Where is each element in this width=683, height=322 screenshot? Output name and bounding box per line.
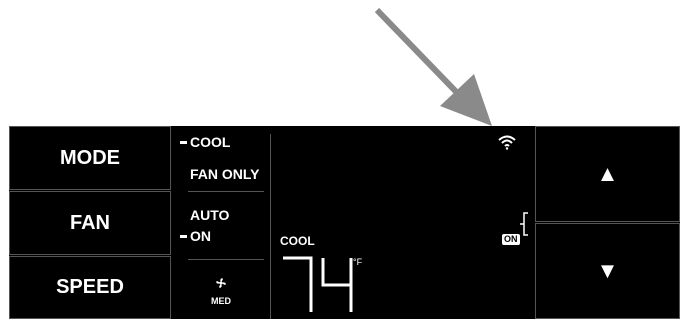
speed-button-label: SPEED <box>56 276 124 298</box>
current-mode-label: COOL <box>280 234 315 248</box>
temperature-readout <box>283 256 353 312</box>
temperature-down-button[interactable]: ▼ <box>535 223 680 319</box>
mode-cool-label: COOL <box>190 134 231 150</box>
mode-fan-only-label: FAN ONLY <box>190 166 260 182</box>
fan-button[interactable]: FAN <box>9 191 171 255</box>
up-arrow-icon: ▲ <box>596 161 619 186</box>
thermostat-panel: MODE FAN SPEED COOL FAN ONLY AUTO ON MED <box>9 126 680 319</box>
cool-selected-indicator <box>180 141 187 144</box>
wifi-icon <box>498 135 516 150</box>
mode-button[interactable]: MODE <box>9 126 171 190</box>
status-divider <box>188 259 264 260</box>
speed-med-label: MED <box>211 296 231 306</box>
mode-button-label: MODE <box>60 146 120 169</box>
on-selected-indicator <box>180 235 187 238</box>
fan-icon <box>216 278 226 288</box>
temperature-unit: °F <box>353 257 363 267</box>
status-divider <box>188 191 264 192</box>
speed-button[interactable]: SPEED <box>9 256 171 319</box>
status-column: COOL FAN ONLY AUTO ON MED <box>172 126 274 319</box>
pointer-arrow <box>374 7 492 126</box>
temperature-up-button[interactable]: ▲ <box>535 126 680 222</box>
power-bracket-icon <box>520 212 528 236</box>
power-on-badge: ON <box>502 234 520 245</box>
fan-auto-label: AUTO <box>190 207 230 223</box>
fan-on-label: ON <box>190 228 211 244</box>
down-arrow-icon: ▼ <box>596 258 619 283</box>
fan-button-label: FAN <box>70 211 110 234</box>
temperature-value: 74 <box>307 272 308 273</box>
main-display: COOL 74 °F ON <box>271 126 535 319</box>
